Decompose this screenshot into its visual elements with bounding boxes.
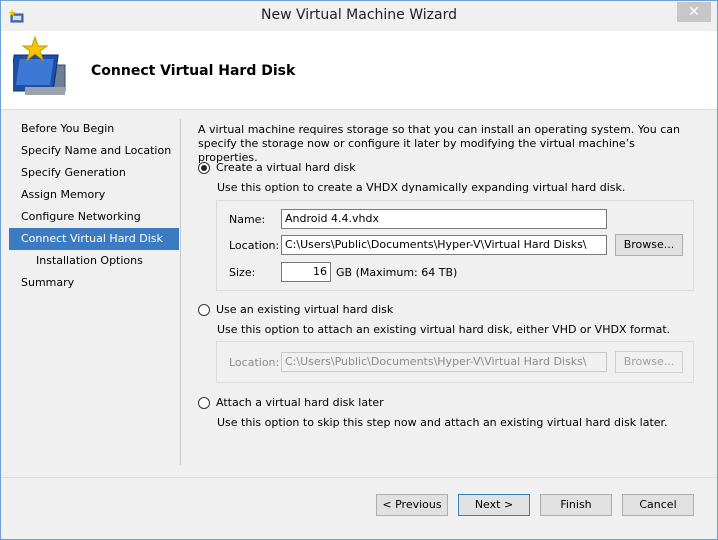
attach-later-label: Attach a virtual hard disk later	[216, 396, 384, 409]
existing-vhd-description: Use this option to attach an existing vi…	[217, 323, 671, 336]
page-header: Connect Virtual Hard Disk	[1, 31, 717, 110]
existing-vhd-option[interactable]: Use an existing virtual hard disk	[198, 303, 393, 316]
create-vhd-label: Create a virtual hard disk	[216, 161, 356, 174]
name-label: Name:	[229, 213, 266, 226]
existing-vhd-group: Location: C:\Users\Public\Documents\Hype…	[216, 341, 694, 383]
create-vhd-description: Use this option to create a VHDX dynamic…	[217, 181, 626, 194]
create-vhd-option[interactable]: Create a virtual hard disk	[198, 161, 356, 174]
location-field[interactable]: C:\Users\Public\Documents\Hyper-V\Virtua…	[281, 235, 607, 255]
step-assign-memory[interactable]: Assign Memory	[9, 184, 179, 206]
existing-vhd-label: Use an existing virtual hard disk	[216, 303, 394, 316]
step-specify-name-location[interactable]: Specify Name and Location	[9, 140, 179, 162]
step-configure-networking[interactable]: Configure Networking	[9, 206, 179, 228]
attach-later-description: Use this option to skip this step now an…	[217, 416, 668, 429]
step-specify-generation[interactable]: Specify Generation	[9, 162, 179, 184]
step-installation-options[interactable]: Installation Options	[9, 250, 179, 272]
intro-text: A virtual machine requires storage so th…	[198, 123, 681, 164]
cancel-button[interactable]: Cancel	[622, 494, 694, 516]
wizard-steps: Before You Begin Specify Name and Locati…	[9, 118, 179, 294]
page-title: Connect Virtual Hard Disk	[91, 63, 296, 79]
size-label: Size:	[229, 266, 256, 279]
existing-vhd-radio[interactable]	[198, 303, 210, 316]
location-label: Location:	[229, 239, 280, 252]
wizard-icon	[13, 35, 66, 95]
create-vhd-radio[interactable]	[198, 161, 210, 174]
next-button[interactable]: Next >	[458, 494, 530, 516]
nav-divider	[180, 119, 181, 465]
wizard-window: New Virtual Machine Wizard ✕ Connect Vir…	[0, 0, 718, 540]
existing-location-field[interactable]: C:\Users\Public\Documents\Hyper-V\Virtua…	[281, 352, 607, 372]
name-field[interactable]: Android 4.4.vhdx	[281, 209, 607, 229]
attach-later-radio[interactable]	[198, 396, 210, 409]
step-before-you-begin[interactable]: Before You Begin	[9, 118, 179, 140]
previous-button[interactable]: < Previous	[376, 494, 448, 516]
existing-browse-button[interactable]: Browse...	[615, 351, 683, 373]
existing-location-label: Location:	[229, 356, 280, 369]
create-vhd-group: Name: Android 4.4.vhdx Location: C:\User…	[216, 200, 694, 291]
attach-later-option[interactable]: Attach a virtual hard disk later	[198, 396, 384, 409]
size-field[interactable]: 16	[281, 262, 331, 282]
footer-divider	[1, 477, 717, 478]
title-bar: New Virtual Machine Wizard ✕	[1, 1, 717, 31]
finish-button[interactable]: Finish	[540, 494, 612, 516]
browse-button[interactable]: Browse...	[615, 234, 683, 256]
window-title: New Virtual Machine Wizard	[261, 7, 457, 23]
close-button[interactable]: ✕	[677, 2, 711, 22]
size-unit-label: GB (Maximum: 64 TB)	[336, 266, 458, 279]
step-connect-virtual-hard-disk[interactable]: Connect Virtual Hard Disk	[9, 228, 179, 250]
step-summary[interactable]: Summary	[9, 272, 179, 294]
